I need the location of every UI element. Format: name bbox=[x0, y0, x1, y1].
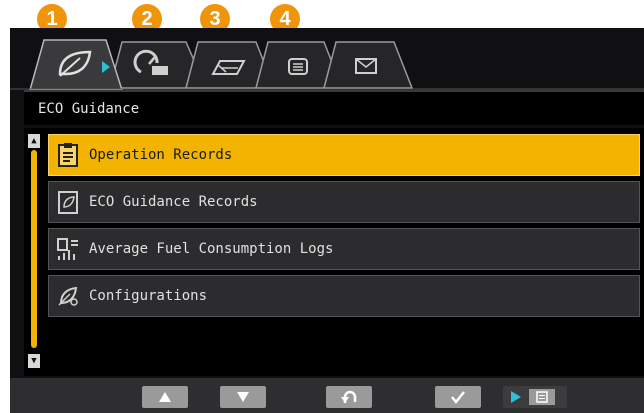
menu-item-configurations[interactable]: Configurations bbox=[48, 275, 640, 317]
down-arrow-icon bbox=[237, 392, 249, 402]
next-page-icon bbox=[511, 389, 555, 405]
back-button[interactable] bbox=[326, 386, 372, 408]
menu-list: ▲ ▼ Operation Records ECO Guidance Recor… bbox=[24, 128, 644, 376]
menu-item-operation-records[interactable]: Operation Records bbox=[48, 134, 640, 176]
bottom-control-bar bbox=[10, 378, 644, 413]
menu-item-eco-guidance-records[interactable]: ECO Guidance Records bbox=[48, 181, 640, 223]
settings-leaf-icon bbox=[58, 286, 78, 306]
scroll-down-arrow-icon[interactable]: ▼ bbox=[28, 354, 40, 368]
checkmark-icon bbox=[451, 391, 465, 404]
scroll-thumb[interactable] bbox=[31, 150, 37, 348]
scroll-up-arrow-icon[interactable]: ▲ bbox=[28, 134, 40, 148]
navigation-screen: ECO Guidance ▲ ▼ Operation Records ECO G… bbox=[10, 28, 644, 413]
page-next-button[interactable] bbox=[503, 386, 567, 408]
menu-item-label: Average Fuel Consumption Logs bbox=[89, 241, 334, 257]
page-title: ECO Guidance bbox=[24, 90, 644, 125]
fuel-log-icon bbox=[57, 238, 78, 260]
scroll-up-button[interactable] bbox=[142, 386, 188, 408]
tab-bar bbox=[10, 28, 644, 90]
scrollbar[interactable]: ▲ ▼ bbox=[28, 134, 40, 368]
return-icon bbox=[341, 390, 357, 403]
scroll-down-button[interactable] bbox=[220, 386, 266, 408]
confirm-button[interactable] bbox=[435, 386, 481, 408]
menu-item-label: Configurations bbox=[89, 288, 208, 304]
tab-eco[interactable] bbox=[29, 39, 123, 90]
menu-item-label: Operation Records bbox=[89, 147, 233, 163]
clipboard-icon bbox=[58, 143, 78, 167]
menu-item-average-fuel-consumption-logs[interactable]: Average Fuel Consumption Logs bbox=[48, 228, 640, 270]
record-sheet-icon bbox=[58, 191, 78, 214]
menu-item-label: ECO Guidance Records bbox=[89, 194, 258, 210]
up-arrow-icon bbox=[159, 392, 171, 402]
